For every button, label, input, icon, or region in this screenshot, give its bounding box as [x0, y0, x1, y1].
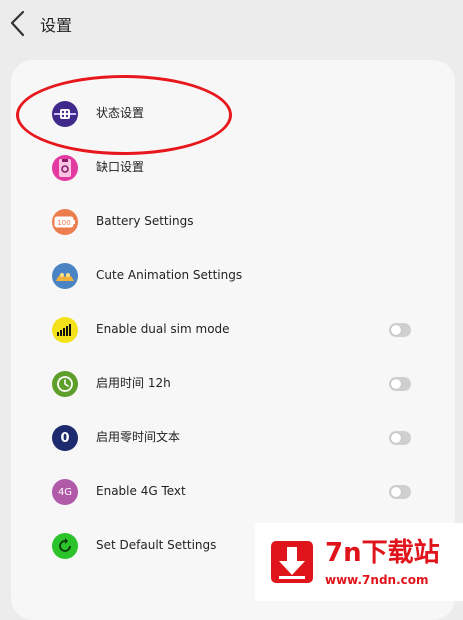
top-bar: 设置: [0, 0, 463, 48]
4g-icon: 4G: [52, 479, 78, 505]
battery-icon: 100: [52, 209, 78, 235]
settings-item-label: 状态设置: [96, 106, 145, 120]
watermark-logo: 7n下载站 www.7ndn.com: [255, 523, 463, 601]
settings-item-status[interactable]: 状态设置: [11, 87, 455, 141]
signal-bars-icon: [52, 317, 78, 343]
settings-item-label: Cute Animation Settings: [96, 268, 243, 282]
zero-time-toggle[interactable]: [389, 431, 411, 445]
4g-icon-text: 4G: [57, 486, 73, 498]
page-title: 设置: [40, 16, 73, 35]
time-12h-toggle[interactable]: [389, 377, 411, 391]
clock-icon: [52, 371, 78, 397]
toggle-knob: [391, 325, 401, 335]
settings-item-zero-time[interactable]: 0 启用零时间文本: [11, 411, 455, 465]
watermark-title: 7n下载站: [325, 538, 440, 568]
battery-level-text: 100: [57, 219, 70, 227]
download-arrow-icon: [271, 541, 313, 583]
settings-item-label: Enable 4G Text: [96, 484, 186, 498]
settings-item-label: Enable dual sim mode: [96, 322, 230, 336]
zero-icon-text: 0: [60, 430, 70, 446]
settings-item-label: 缺口设置: [96, 160, 145, 174]
back-arrow-icon: [10, 10, 25, 37]
reset-icon: [52, 533, 78, 559]
settings-item-label: Battery Settings: [96, 214, 194, 228]
watermark-url: www.7ndn.com: [325, 573, 429, 587]
zero-icon: 0: [52, 425, 78, 451]
settings-item-time-12h[interactable]: 启用时间 12h: [11, 357, 455, 411]
back-button[interactable]: [8, 8, 32, 40]
settings-item-notch[interactable]: 缺口设置: [11, 141, 455, 195]
settings-item-label: 启用时间 12h: [96, 376, 171, 390]
settings-item-label: Set Default Settings: [96, 538, 217, 552]
settings-item-animation[interactable]: Cute Animation Settings: [11, 249, 455, 303]
toggle-knob: [391, 487, 401, 497]
toggle-knob: [391, 379, 401, 389]
statusbar-settings-icon: [52, 101, 78, 127]
4g-text-toggle[interactable]: [389, 485, 411, 499]
dual-sim-toggle[interactable]: [389, 323, 411, 337]
toggle-knob: [391, 433, 401, 443]
settings-item-dual-sim[interactable]: Enable dual sim mode: [11, 303, 455, 357]
notch-settings-icon: [52, 155, 78, 181]
animation-icon: [52, 263, 78, 289]
settings-item-label: 启用零时间文本: [96, 430, 181, 444]
settings-item-4g[interactable]: 4G Enable 4G Text: [11, 465, 455, 519]
settings-item-battery[interactable]: 100 Battery Settings: [11, 195, 455, 249]
